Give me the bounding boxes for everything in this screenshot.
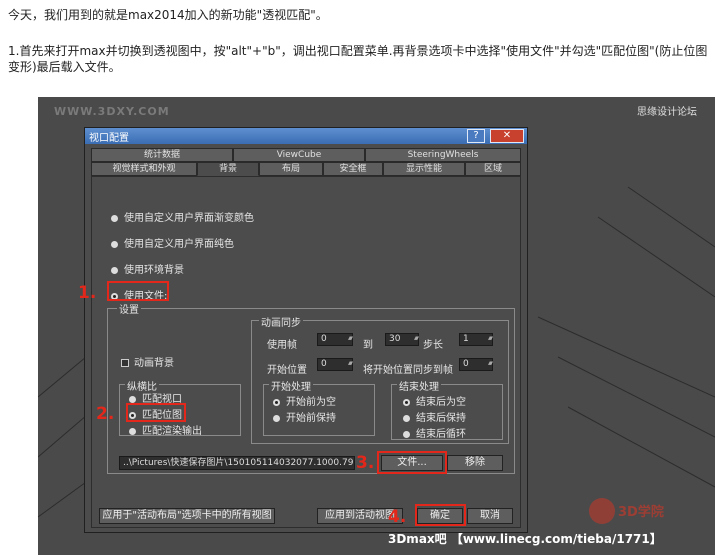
radio-hold-after-end[interactable]: 结束后保持 xyxy=(403,409,466,424)
checkbox-animate-background[interactable]: 动画背景 xyxy=(121,354,174,369)
radio-dot-selected xyxy=(403,398,410,406)
logo-3d-college: 3D学院 xyxy=(586,495,686,527)
highlight-match-bitmap xyxy=(126,403,186,422)
radio-hold-before-start[interactable]: 开始前保持 xyxy=(273,409,336,424)
radio-dot xyxy=(403,430,410,438)
step-label: 步长 xyxy=(423,340,443,351)
tab-steeringwheels[interactable]: SteeringWheels xyxy=(365,148,521,162)
remove-button[interactable]: 移除 xyxy=(447,455,503,471)
tab-safe-frame[interactable]: 安全框 xyxy=(323,162,383,176)
step-number-1: 1. xyxy=(78,283,97,303)
highlight-files-button xyxy=(377,451,447,474)
step-spinner[interactable]: 1 xyxy=(459,333,493,346)
checkbox-box xyxy=(121,359,129,367)
to-label: 到 xyxy=(363,340,373,351)
radio-dot xyxy=(111,240,118,248)
use-frame-spinner[interactable]: 0 xyxy=(317,333,353,346)
tab-background[interactable]: 背景 xyxy=(197,162,259,176)
radio-match-render-output[interactable]: 匹配渲染输出 xyxy=(129,422,202,437)
start-position-spinner[interactable]: 0 xyxy=(317,358,353,371)
radio-environment-bg[interactable]: 使用环境背景 xyxy=(111,261,184,276)
step-number-4: 4. xyxy=(388,507,407,527)
highlight-ok-button xyxy=(415,504,466,526)
tab-visual-style[interactable]: 视觉样式和外观 xyxy=(91,162,197,176)
radio-dot xyxy=(129,395,136,403)
start-processing-label: 开始处理 xyxy=(269,378,313,393)
close-button[interactable]: ✕ xyxy=(490,129,524,143)
end-processing-label: 结束处理 xyxy=(397,378,441,393)
highlight-use-file xyxy=(107,281,169,301)
use-frame-label: 使用帧 xyxy=(267,340,297,351)
tab-display-performance[interactable]: 显示性能 xyxy=(383,162,465,176)
step-number-3: 3. xyxy=(356,453,375,473)
settings-label: 设置 xyxy=(117,301,141,316)
radio-blank-before-start[interactable]: 开始前为空 xyxy=(273,393,336,408)
dialog-titlebar[interactable]: 视口配置 ? ✕ xyxy=(85,128,527,144)
max-viewport-screenshot: WWW.3DXY.COM 思缘设计论坛 3D学院 3Dmax吧 【www.lin… xyxy=(38,97,715,555)
radio-loop-after-end[interactable]: 结束后循环 xyxy=(403,425,466,440)
radio-dot xyxy=(273,414,280,422)
apply-to-all-views-button[interactable]: 应用于"活动布局"选项卡中的所有视图 xyxy=(99,508,275,524)
sync-to-frame-label: 将开始位置同步到帧 xyxy=(363,365,453,376)
article-paragraph-step1: 1.首先来打开max并切换到透视图中，按"alt"+"b"，调出视口配置菜单.再… xyxy=(8,44,708,74)
cancel-button[interactable]: 取消 xyxy=(467,508,513,524)
watermark-forum: 思缘设计论坛 xyxy=(637,107,697,118)
dialog-title: 视口配置 xyxy=(89,133,129,144)
radio-gradient-color[interactable]: 使用自定义用户界面渐变颜色 xyxy=(111,209,254,224)
radio-dot xyxy=(111,266,118,274)
tab-layout[interactable]: 布局 xyxy=(259,162,323,176)
to-frame-spinner[interactable]: 30 xyxy=(385,333,419,346)
article-paragraph-intro: 今天，我们用到的就是max2014加入的新功能"透视匹配"。 xyxy=(8,8,328,22)
logo-text: 3D学院 xyxy=(618,504,664,520)
file-path-field[interactable]: ..\Pictures\快速保存图片\150105114032077.1000.… xyxy=(119,456,355,470)
radio-dot xyxy=(129,427,136,435)
radio-blank-after-end[interactable]: 结束后为空 xyxy=(403,393,466,408)
radio-dot xyxy=(403,414,410,422)
watermark-site: WWW.3DXY.COM xyxy=(54,105,170,118)
tab-regions[interactable]: 区域 xyxy=(465,162,521,176)
radio-dot xyxy=(111,214,118,222)
radio-dot-selected xyxy=(273,398,280,406)
step-number-2: 2. xyxy=(96,404,115,424)
anim-sync-label: 动画同步 xyxy=(259,314,303,329)
tab-viewcube[interactable]: ViewCube xyxy=(233,148,365,162)
radio-solid-color[interactable]: 使用自定义用户界面纯色 xyxy=(111,235,234,250)
sync-frame-spinner[interactable]: 0 xyxy=(459,358,493,371)
tab-statistics[interactable]: 统计数据 xyxy=(91,148,233,162)
start-position-label: 开始位置 xyxy=(267,365,307,376)
help-button[interactable]: ? xyxy=(467,129,485,143)
viewport-config-dialog: 视口配置 ? ✕ 统计数据 ViewCube SteeringWheels 视觉… xyxy=(84,127,528,533)
